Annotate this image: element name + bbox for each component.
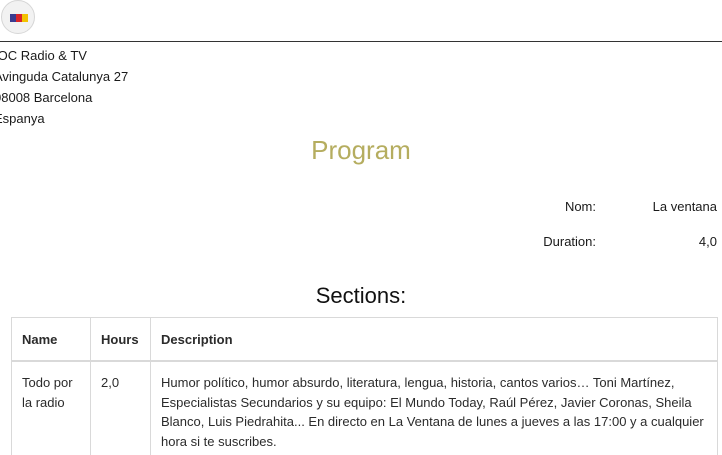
table-cell-description: Humor político, humor absurdo, literatur… xyxy=(161,375,704,449)
sections-title: Sections: xyxy=(315,283,407,308)
nom-value: La ventana xyxy=(652,199,717,214)
table-cell-hours: 2,0 xyxy=(101,375,120,390)
header-divider xyxy=(0,41,722,42)
flag-stripes xyxy=(10,14,28,22)
table-cell-name: Todo por la radio xyxy=(22,375,73,410)
duration-label: Duration: xyxy=(543,234,596,249)
address-line-country: Espanya xyxy=(0,111,45,126)
address-line-street: Avinguda Catalunya 27 xyxy=(0,69,129,84)
column-header-description: Description xyxy=(161,332,233,347)
company-address: IOC Radio & TV Avinguda Catalunya 27 080… xyxy=(0,45,128,129)
column-header-name: Name xyxy=(22,332,58,347)
broadcaster-logo-icon xyxy=(1,0,35,34)
header-row-divider xyxy=(12,360,717,362)
program-title: Program xyxy=(311,135,411,165)
address-line-city: 08008 Barcelona xyxy=(0,90,93,105)
sections-table: Name Hours Description Todo por la radio… xyxy=(11,317,718,455)
column-divider xyxy=(90,318,91,455)
column-divider xyxy=(150,318,151,455)
nom-label: Nom: xyxy=(564,199,596,214)
address-line-company: IOC Radio & TV xyxy=(0,48,87,63)
duration-value: 4,0 xyxy=(698,234,717,249)
column-header-hours: Hours xyxy=(101,332,139,347)
